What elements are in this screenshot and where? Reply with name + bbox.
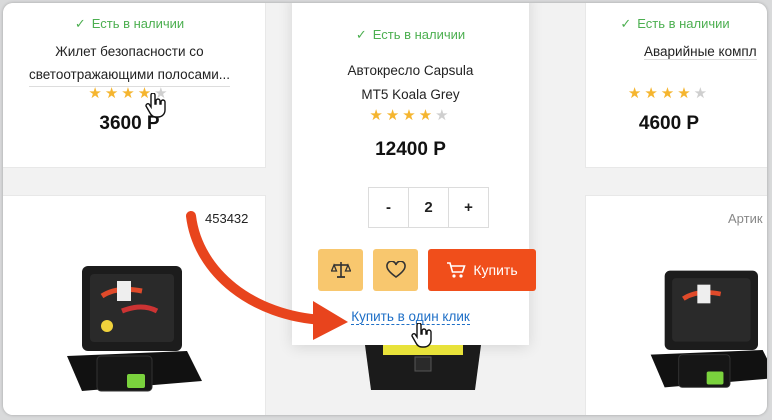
bag-image	[365, 345, 481, 390]
arrow-icon	[186, 211, 348, 340]
qty-increase-button[interactable]: +	[449, 188, 488, 227]
product-name[interactable]: Жилет безопасности со светоотражающими п…	[3, 40, 265, 87]
star-icon[interactable]: ★	[88, 85, 104, 102]
star-icon[interactable]: ★	[661, 85, 677, 102]
star-icon[interactable]: ★	[386, 107, 402, 124]
check-icon: ✓	[355, 27, 367, 42]
stock-status: ✓ Есть в наличии	[74, 16, 185, 31]
favorite-button[interactable]	[373, 249, 418, 291]
buy-button[interactable]: Купить	[428, 249, 536, 291]
product-name[interactable]: Аварийные компл	[572, 40, 767, 63]
product-card-vest[interactable]: ✓ Есть в наличии Жилет безопасности со св…	[3, 3, 266, 168]
screenshot-frame: ✓ Есть в наличии Жилет безопасности со св…	[3, 3, 767, 415]
stock-status: ✓ Есть в наличии	[620, 16, 730, 31]
star-icon[interactable]: ★	[121, 85, 137, 102]
stock-status: ✓ Есть в наличии	[355, 27, 466, 42]
price: 12400 Р	[375, 139, 446, 160]
star-icon[interactable]: ★	[628, 85, 644, 102]
check-icon: ✓	[620, 16, 632, 31]
cart-icon	[447, 262, 466, 278]
star-icon[interactable]: ★	[402, 107, 418, 124]
product-name[interactable]: Автокресло Capsula MT5 Koala Grey	[292, 59, 529, 107]
star-icon[interactable]: ★	[369, 107, 385, 124]
star-icon[interactable]: ★	[419, 107, 435, 124]
check-icon: ✓	[74, 16, 86, 31]
star-icon[interactable]: ★	[694, 85, 710, 102]
article-label: Артик	[728, 211, 763, 226]
rating-stars[interactable]: ★★★★★	[570, 84, 767, 102]
hand-cursor-icon	[411, 323, 432, 348]
hand-cursor-icon	[145, 93, 166, 118]
star-icon[interactable]: ★	[435, 107, 451, 124]
price: 4600 Р	[638, 113, 700, 134]
star-icon[interactable]: ★	[644, 85, 660, 102]
qty-decrease-button[interactable]: -	[369, 188, 408, 227]
product-card-emergency-kit[interactable]: ✓ Есть в наличии Аварийные компл ★★★★★ 46…	[585, 3, 767, 168]
star-icon[interactable]: ★	[105, 85, 121, 102]
jump-starter-image[interactable]	[646, 256, 767, 415]
star-icon[interactable]: ★	[677, 85, 693, 102]
rating-stars[interactable]: ★★★★★	[292, 106, 529, 124]
qty-value[interactable]: 2	[408, 188, 449, 227]
rating-stars[interactable]: ★★★★★	[3, 84, 265, 102]
heart-icon	[385, 261, 406, 278]
quantity-stepper[interactable]: - 2 +	[368, 187, 489, 228]
product-card-jump-starter-2[interactable]: Артик	[585, 195, 767, 415]
price: 3600 Р	[99, 113, 160, 134]
